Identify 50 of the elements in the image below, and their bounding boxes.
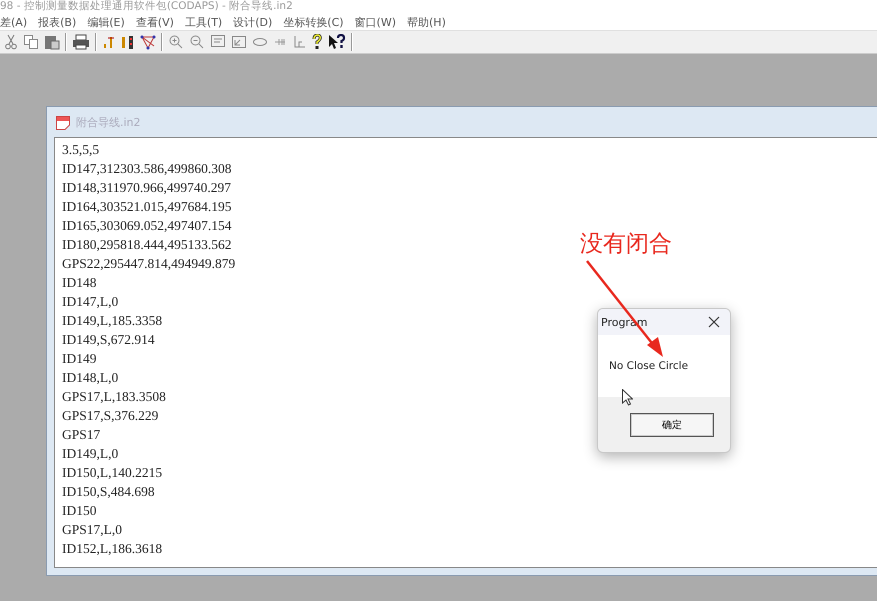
zoom-in-icon[interactable] xyxy=(168,34,184,50)
text-line: ID148,L,0 xyxy=(62,369,118,387)
printer-icon[interactable] xyxy=(72,34,90,50)
text-line: GPS22,295447.814,494949.879 xyxy=(62,255,236,273)
network-icon[interactable] xyxy=(140,34,156,50)
text-line: ID150,L,140.2215 xyxy=(62,464,162,482)
text-line: ID150 xyxy=(62,502,96,520)
zoom-out-icon[interactable] xyxy=(189,34,205,50)
text-line: ID149 xyxy=(62,350,96,368)
text-line: GPS17,L,183.3508 xyxy=(62,388,166,406)
copy-icon[interactable] xyxy=(23,34,39,50)
menu-item[interactable]: 窗口(W) xyxy=(354,15,396,30)
menu-item[interactable]: 查看(V) xyxy=(136,15,174,30)
menu-item[interactable]: 工具(T) xyxy=(184,15,222,30)
text-line: GPS17 xyxy=(62,426,100,444)
scissors-icon[interactable] xyxy=(4,34,18,50)
axis-icon[interactable] xyxy=(292,34,306,50)
window-icon[interactable] xyxy=(231,34,247,50)
ok-button[interactable]: 确定 xyxy=(630,412,714,436)
frame-icon[interactable] xyxy=(210,34,226,50)
text-line: ID149,S,672.914 xyxy=(62,331,155,349)
text-line: ID165,303069.052,497407.154 xyxy=(62,217,232,235)
document-title: 附合导线.in2 xyxy=(76,114,141,130)
text-line: ID180,295818.444,495133.562 xyxy=(62,236,232,254)
text-line: ID148,311970.966,499740.297 xyxy=(62,179,231,197)
dialog-message: No Close Circle xyxy=(609,360,688,372)
document-icon xyxy=(55,114,71,130)
context-help-icon[interactable] xyxy=(328,34,346,50)
text-line: ID152,L,186.3618 xyxy=(62,540,162,558)
menu-item[interactable]: 差(A) xyxy=(0,15,28,30)
text-line: ID147,L,0 xyxy=(62,293,118,311)
text-line: 3.5,5,5 xyxy=(62,141,100,159)
menu-item[interactable]: 坐标转换(C) xyxy=(283,15,344,30)
text-line: ID149,L,0 xyxy=(62,445,118,463)
text-line: GPS17,L,0 xyxy=(62,521,122,539)
window-title: 98 - 控制测量数据处理通用软件包(CODAPS) - 附合导线.in2 xyxy=(0,0,293,12)
annotation-text: 没有闭合 xyxy=(580,230,672,258)
text-line: ID150,S,484.698 xyxy=(62,483,155,501)
menu-item[interactable]: 报表(B) xyxy=(38,15,76,30)
text-line: ID164,303521.015,497684.195 xyxy=(62,198,232,216)
text-line: ID147,312303.586,499860.308 xyxy=(62,160,232,178)
menu-item[interactable]: 帮助(H) xyxy=(407,15,446,30)
text-line: ID148 xyxy=(62,274,96,292)
close-icon[interactable] xyxy=(708,316,720,328)
paste-icon[interactable] xyxy=(44,34,60,50)
menu-item[interactable]: 编辑(E) xyxy=(87,15,125,30)
menu-item[interactable]: 设计(D) xyxy=(233,15,272,30)
text-line: GPS17,S,376.229 xyxy=(62,407,158,425)
help-icon[interactable] xyxy=(311,34,323,50)
text-line: ID149,L,185.3358 xyxy=(62,312,162,330)
